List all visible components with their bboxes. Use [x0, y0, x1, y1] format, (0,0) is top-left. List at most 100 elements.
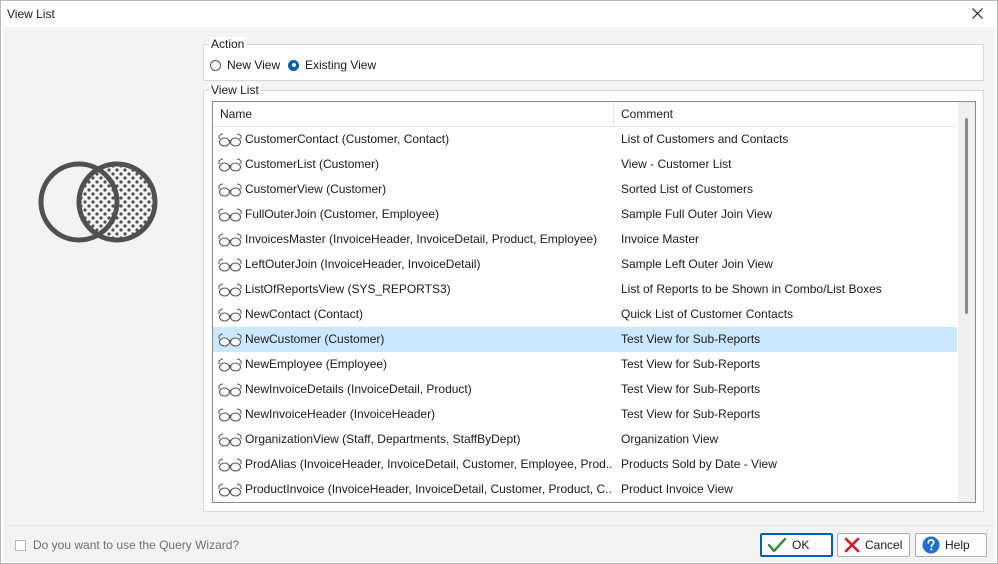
view-list-dialog: View List Action New View Existing View … [0, 0, 998, 564]
table-row[interactable]: ProductInvoice (InvoiceHeader, InvoiceDe… [213, 477, 957, 502]
row-comment: Sample Left Outer Join View [621, 257, 773, 271]
glasses-icon [218, 258, 242, 272]
row-name: LeftOuterJoin (InvoiceHeader, InvoiceDet… [245, 257, 481, 271]
scrollbar-thumb[interactable] [965, 118, 968, 314]
row-name: CustomerList (Customer) [245, 157, 380, 171]
row-name-cell: NewEmployee (Employee) [218, 352, 612, 377]
glasses-icon [218, 358, 242, 372]
glasses-icon [218, 133, 242, 147]
row-name-cell: NewCustomer (Customer) [218, 327, 612, 352]
row-name-cell: FullOuterJoin (Customer, Employee) [218, 202, 612, 227]
window-title: View List [7, 7, 55, 21]
table-row[interactable]: CustomerContact (Customer, Contact) List … [213, 127, 957, 152]
footer-bar: Do you want to use the Query Wizard? OK … [3, 525, 995, 562]
row-name: NewCustomer (Customer) [245, 332, 385, 346]
table-row[interactable]: OrganizationView (Staff, Departments, St… [213, 427, 957, 452]
row-name-cell: CustomerView (Customer) [218, 177, 612, 202]
radio-label: New View [227, 58, 281, 72]
vertical-scrollbar[interactable] [958, 102, 975, 502]
ok-button-label: OK [792, 538, 810, 552]
column-header-name[interactable]: Name [213, 102, 614, 126]
table-row[interactable]: InvoicesMaster (InvoiceHeader, InvoiceDe… [213, 227, 957, 252]
row-comment: Product Invoice View [621, 482, 733, 496]
table-row[interactable]: FullOuterJoin (Customer, Employee) Sample… [213, 202, 957, 227]
table-row[interactable]: LeftOuterJoin (InvoiceHeader, InvoiceDet… [213, 252, 957, 277]
row-name-cell: ProductInvoice (InvoiceHeader, InvoiceDe… [218, 477, 612, 502]
venn-diagram-icon [38, 161, 158, 243]
row-comment: Organization View [621, 432, 719, 446]
table-row[interactable]: NewInvoiceDetails (InvoiceDetail, Produc… [213, 377, 957, 402]
list-header: Name Comment [213, 102, 957, 127]
row-comment: Test View for Sub-Reports [621, 407, 761, 421]
row-comment: Sorted List of Customers [621, 182, 754, 196]
glasses-icon [218, 308, 242, 322]
column-header-comment[interactable]: Comment [614, 102, 957, 126]
view-list-group-label: View List [209, 83, 261, 97]
row-name: ProductInvoice (InvoiceHeader, InvoiceDe… [245, 482, 612, 496]
query-wizard-label: Do you want to use the Query Wizard? [33, 538, 240, 552]
table-row[interactable]: ProdAlias (InvoiceHeader, InvoiceDetail,… [213, 452, 957, 477]
table-row[interactable]: CustomerList (Customer) View - Customer L… [213, 152, 957, 177]
row-name-cell: ProdAlias (InvoiceHeader, InvoiceDetail,… [218, 452, 612, 477]
table-row[interactable]: NewContact (Contact) Quick List of Custom… [213, 302, 957, 327]
query-wizard-checkbox[interactable]: Do you want to use the Query Wizard? [15, 538, 239, 552]
glasses-icon [218, 158, 242, 172]
glasses-icon [218, 208, 242, 222]
row-name-cell: ListOfReportsView (SYS_REPORTS3) [218, 277, 612, 302]
glasses-icon [218, 233, 242, 247]
glasses-icon [218, 458, 242, 472]
ok-button[interactable]: OK [760, 533, 833, 557]
table-row[interactable]: CustomerView (Customer) Sorted List of Cu… [213, 177, 957, 202]
glasses-icon [218, 333, 242, 347]
row-comment: Sample Full Outer Join View [621, 207, 773, 221]
row-name: ProdAlias (InvoiceHeader, InvoiceDetail,… [245, 457, 612, 471]
glasses-icon [218, 433, 242, 447]
row-name-cell: NewContact (Contact) [218, 302, 612, 327]
row-name-cell: OrganizationView (Staff, Departments, St… [218, 427, 612, 452]
close-button[interactable] [967, 4, 989, 24]
list-rows: CustomerContact (Customer, Contact) List … [213, 127, 957, 502]
row-comment: List of Reports to be Shown in Combo/Lis… [621, 282, 882, 296]
row-name: FullOuterJoin (Customer, Employee) [245, 207, 440, 221]
row-comment: Quick List of Customer Contacts [621, 307, 794, 321]
row-name: NewEmployee (Employee) [245, 357, 388, 371]
glasses-icon [218, 283, 242, 297]
red-x-icon [844, 537, 860, 553]
row-name: ListOfReportsView (SYS_REPORTS3) [245, 282, 451, 296]
row-comment: Products Sold by Date - View [621, 457, 777, 471]
checkbox-box [15, 539, 26, 551]
action-group-label: Action [209, 37, 247, 51]
dialog-body: Action New View Existing View View List … [3, 27, 995, 525]
table-row[interactable]: NewInvoiceHeader (InvoiceHeader) Test Vie… [213, 402, 957, 427]
row-name: OrganizationView (Staff, Departments, St… [245, 432, 521, 446]
radio-indicator [210, 59, 221, 71]
checkmark-icon [767, 537, 787, 553]
help-button[interactable]: Help [915, 533, 987, 557]
row-name: CustomerContact (Customer, Contact) [245, 132, 450, 146]
row-name: NewInvoiceHeader (InvoiceHeader) [245, 407, 436, 421]
row-name-cell: InvoicesMaster (InvoiceHeader, InvoiceDe… [218, 227, 612, 252]
row-name-cell: CustomerContact (Customer, Contact) [218, 127, 612, 152]
radio-indicator [288, 59, 299, 71]
glasses-icon [218, 408, 242, 422]
row-name-cell: LeftOuterJoin (InvoiceHeader, InvoiceDet… [218, 252, 612, 277]
row-comment: Test View for Sub-Reports [621, 357, 761, 371]
row-comment: Test View for Sub-Reports [621, 332, 761, 346]
row-comment: Test View for Sub-Reports [621, 382, 761, 396]
cancel-button-label: Cancel [865, 538, 903, 552]
table-row[interactable]: ListOfReportsView (SYS_REPORTS3) List of … [213, 277, 957, 302]
glasses-icon [218, 383, 242, 397]
row-comment: Invoice Master [621, 232, 700, 246]
table-row[interactable]: NewEmployee (Employee) Test View for Sub-… [213, 352, 957, 377]
row-name-cell: CustomerList (Customer) [218, 152, 612, 177]
action-group: Action New View Existing View [203, 37, 984, 81]
view-list-group: View List Name Comment CustomerContact (… [203, 83, 984, 512]
row-name: CustomerView (Customer) [245, 182, 387, 196]
radio-existing-view[interactable]: Existing View [288, 57, 376, 73]
radio-new-view[interactable]: New View [210, 57, 280, 73]
help-button-label: Help [945, 538, 970, 552]
view-list-table[interactable]: Name Comment CustomerContact (Customer, … [212, 101, 976, 503]
table-row[interactable]: NewCustomer (Customer) Test View for Sub-… [213, 327, 957, 352]
title-bar: View List [1, 1, 997, 27]
cancel-button[interactable]: Cancel [837, 533, 910, 557]
